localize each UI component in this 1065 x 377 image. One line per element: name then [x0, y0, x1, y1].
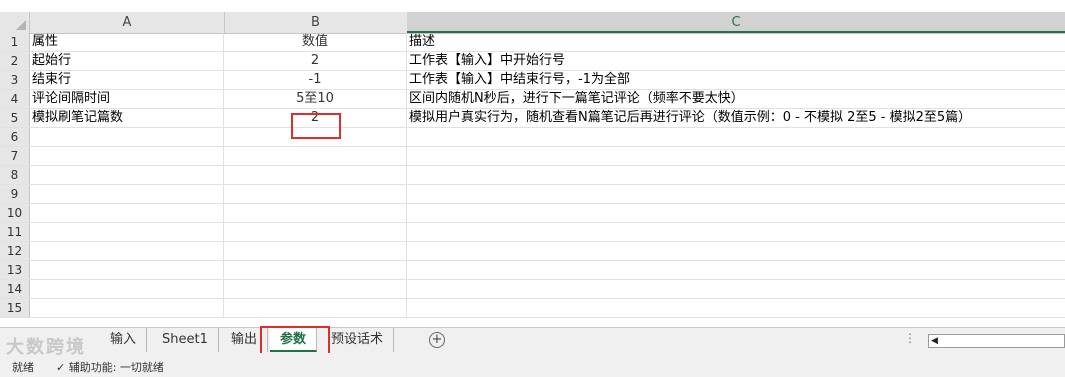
row-header[interactable]: 9 [0, 185, 30, 203]
column-header-a[interactable]: A [30, 12, 225, 33]
cell-c2[interactable]: 工作表【输入】中开始行号 [407, 52, 1065, 70]
table-row: 9 [0, 185, 1065, 204]
cell-c15[interactable] [407, 299, 1065, 317]
cell-a9[interactable] [30, 185, 224, 203]
cell-a4[interactable]: 评论间隔时间 [30, 90, 224, 108]
spreadsheet-grid: A B C 1 属性 数值 描述 2 起始行 2 工作表【输入】中开始行号 3 结束行 -1 工作表【… [0, 0, 1065, 327]
scroll-left-icon[interactable]: ◀ [931, 335, 938, 347]
cell-a2[interactable]: 起始行 [30, 52, 224, 70]
cell-a10[interactable] [30, 204, 224, 222]
tab-preset-phrases[interactable]: 预设话术 [321, 328, 395, 352]
cell-b11[interactable] [224, 223, 407, 241]
table-row: 12 [0, 242, 1065, 261]
cell-b2[interactable]: 2 [224, 52, 407, 70]
select-all-corner[interactable] [0, 12, 30, 33]
cell-c7[interactable] [407, 147, 1065, 165]
cell-a8[interactable] [30, 166, 224, 184]
row-header[interactable]: 3 [0, 71, 30, 89]
cell-a3[interactable]: 结束行 [30, 71, 224, 89]
horizontal-scrollbar[interactable]: ◀ [928, 334, 1065, 348]
column-header-c[interactable]: C [407, 12, 1065, 33]
cell-a12[interactable] [30, 242, 224, 260]
sheet-tab-bar: 输入 Sheet1 输出 参数 预设话术 + ⋮ ◀ [0, 326, 1065, 356]
row-header[interactable]: 2 [0, 52, 30, 70]
cell-b7[interactable] [224, 147, 407, 165]
cell-b10[interactable] [224, 204, 407, 222]
cell-a5[interactable]: 模拟刷笔记篇数 [30, 109, 224, 127]
row-header[interactable]: 6 [0, 128, 30, 146]
table-row: 2 起始行 2 工作表【输入】中开始行号 [0, 52, 1065, 71]
cell-a6[interactable] [30, 128, 224, 146]
cell-c8[interactable] [407, 166, 1065, 184]
cell-c13[interactable] [407, 261, 1065, 279]
tab-sheet1[interactable]: Sheet1 [152, 328, 219, 352]
select-all-icon [16, 20, 26, 30]
row-header[interactable]: 15 [0, 299, 30, 317]
tab-input[interactable]: 输入 [100, 328, 148, 352]
row-header[interactable]: 14 [0, 280, 30, 298]
cell-c4[interactable]: 区间内随机N秒后，进行下一篇笔记评论（频率不要太快） [407, 90, 1065, 108]
table-row: 15 [0, 299, 1065, 318]
row-header[interactable]: 4 [0, 90, 30, 108]
column-header-b[interactable]: B [224, 12, 408, 33]
highlight-box-b5 [291, 113, 341, 139]
highlight-box-tab [260, 326, 330, 356]
status-bar: 就绪 ✓ 辅助功能: 一切就绪 [0, 353, 1065, 377]
cell-a7[interactable] [30, 147, 224, 165]
row-header[interactable]: 1 [0, 33, 30, 51]
cell-a11[interactable] [30, 223, 224, 241]
cell-a14[interactable] [30, 280, 224, 298]
cell-a15[interactable] [30, 299, 224, 317]
table-row: 1 属性 数值 描述 [0, 33, 1065, 52]
cell-b4[interactable]: 5至10 [224, 90, 407, 108]
column-header-row: A B C [0, 12, 1065, 34]
cell-c3[interactable]: 工作表【输入】中结束行号，-1为全部 [407, 71, 1065, 89]
cell-c6[interactable] [407, 128, 1065, 146]
cell-b14[interactable] [224, 280, 407, 298]
row-header[interactable]: 7 [0, 147, 30, 165]
watermark-logo: 大数跨境 [6, 337, 86, 358]
cell-c14[interactable] [407, 280, 1065, 298]
table-row: 6 [0, 128, 1065, 147]
row-header[interactable]: 11 [0, 223, 30, 241]
cell-c5[interactable]: 模拟用户真实行为，随机查看N篇笔记后再进行评论（数值示例：0 - 不模拟 2至5… [407, 109, 1065, 127]
row-header[interactable]: 10 [0, 204, 30, 222]
cell-c1[interactable]: 描述 [407, 33, 1065, 51]
row-header[interactable]: 12 [0, 242, 30, 260]
row-header[interactable]: 13 [0, 261, 30, 279]
cell-c9[interactable] [407, 185, 1065, 203]
table-row: 5 模拟刷笔记篇数 2 模拟用户真实行为，随机查看N篇笔记后再进行评论（数值示例：0 … [0, 109, 1065, 128]
cell-a13[interactable] [30, 261, 224, 279]
cell-a1[interactable]: 属性 [30, 33, 224, 51]
accessibility-status[interactable]: ✓ 辅助功能: 一切就绪 [56, 359, 164, 375]
table-row: 3 结束行 -1 工作表【输入】中结束行号，-1为全部 [0, 71, 1065, 90]
cell-b1[interactable]: 数值 [224, 33, 407, 51]
table-row: 11 [0, 223, 1065, 242]
cell-b9[interactable] [224, 185, 407, 203]
row-header[interactable]: 5 [0, 109, 30, 127]
cell-c10[interactable] [407, 204, 1065, 222]
accessibility-icon: ✓ [56, 361, 69, 374]
cell-b12[interactable] [224, 242, 407, 260]
cell-c11[interactable] [407, 223, 1065, 241]
accessibility-label: 辅助功能: 一切就绪 [68, 361, 164, 374]
row-header[interactable]: 8 [0, 166, 30, 184]
tab-splitter-dots[interactable]: ⋮ [904, 331, 916, 345]
cell-c12[interactable] [407, 242, 1065, 260]
cell-b3[interactable]: -1 [224, 71, 407, 89]
table-row: 8 [0, 166, 1065, 185]
table-row: 4 评论间隔时间 5至10 区间内随机N秒后，进行下一篇笔记评论（频率不要太快） [0, 90, 1065, 109]
table-row: 10 [0, 204, 1065, 223]
table-row: 13 [0, 261, 1065, 280]
cell-b15[interactable] [224, 299, 407, 317]
cell-b8[interactable] [224, 166, 407, 184]
status-ready: 就绪 [12, 361, 34, 374]
cell-b13[interactable] [224, 261, 407, 279]
table-row: 14 [0, 280, 1065, 299]
add-sheet-icon[interactable]: + [429, 332, 445, 348]
table-row: 7 [0, 147, 1065, 166]
